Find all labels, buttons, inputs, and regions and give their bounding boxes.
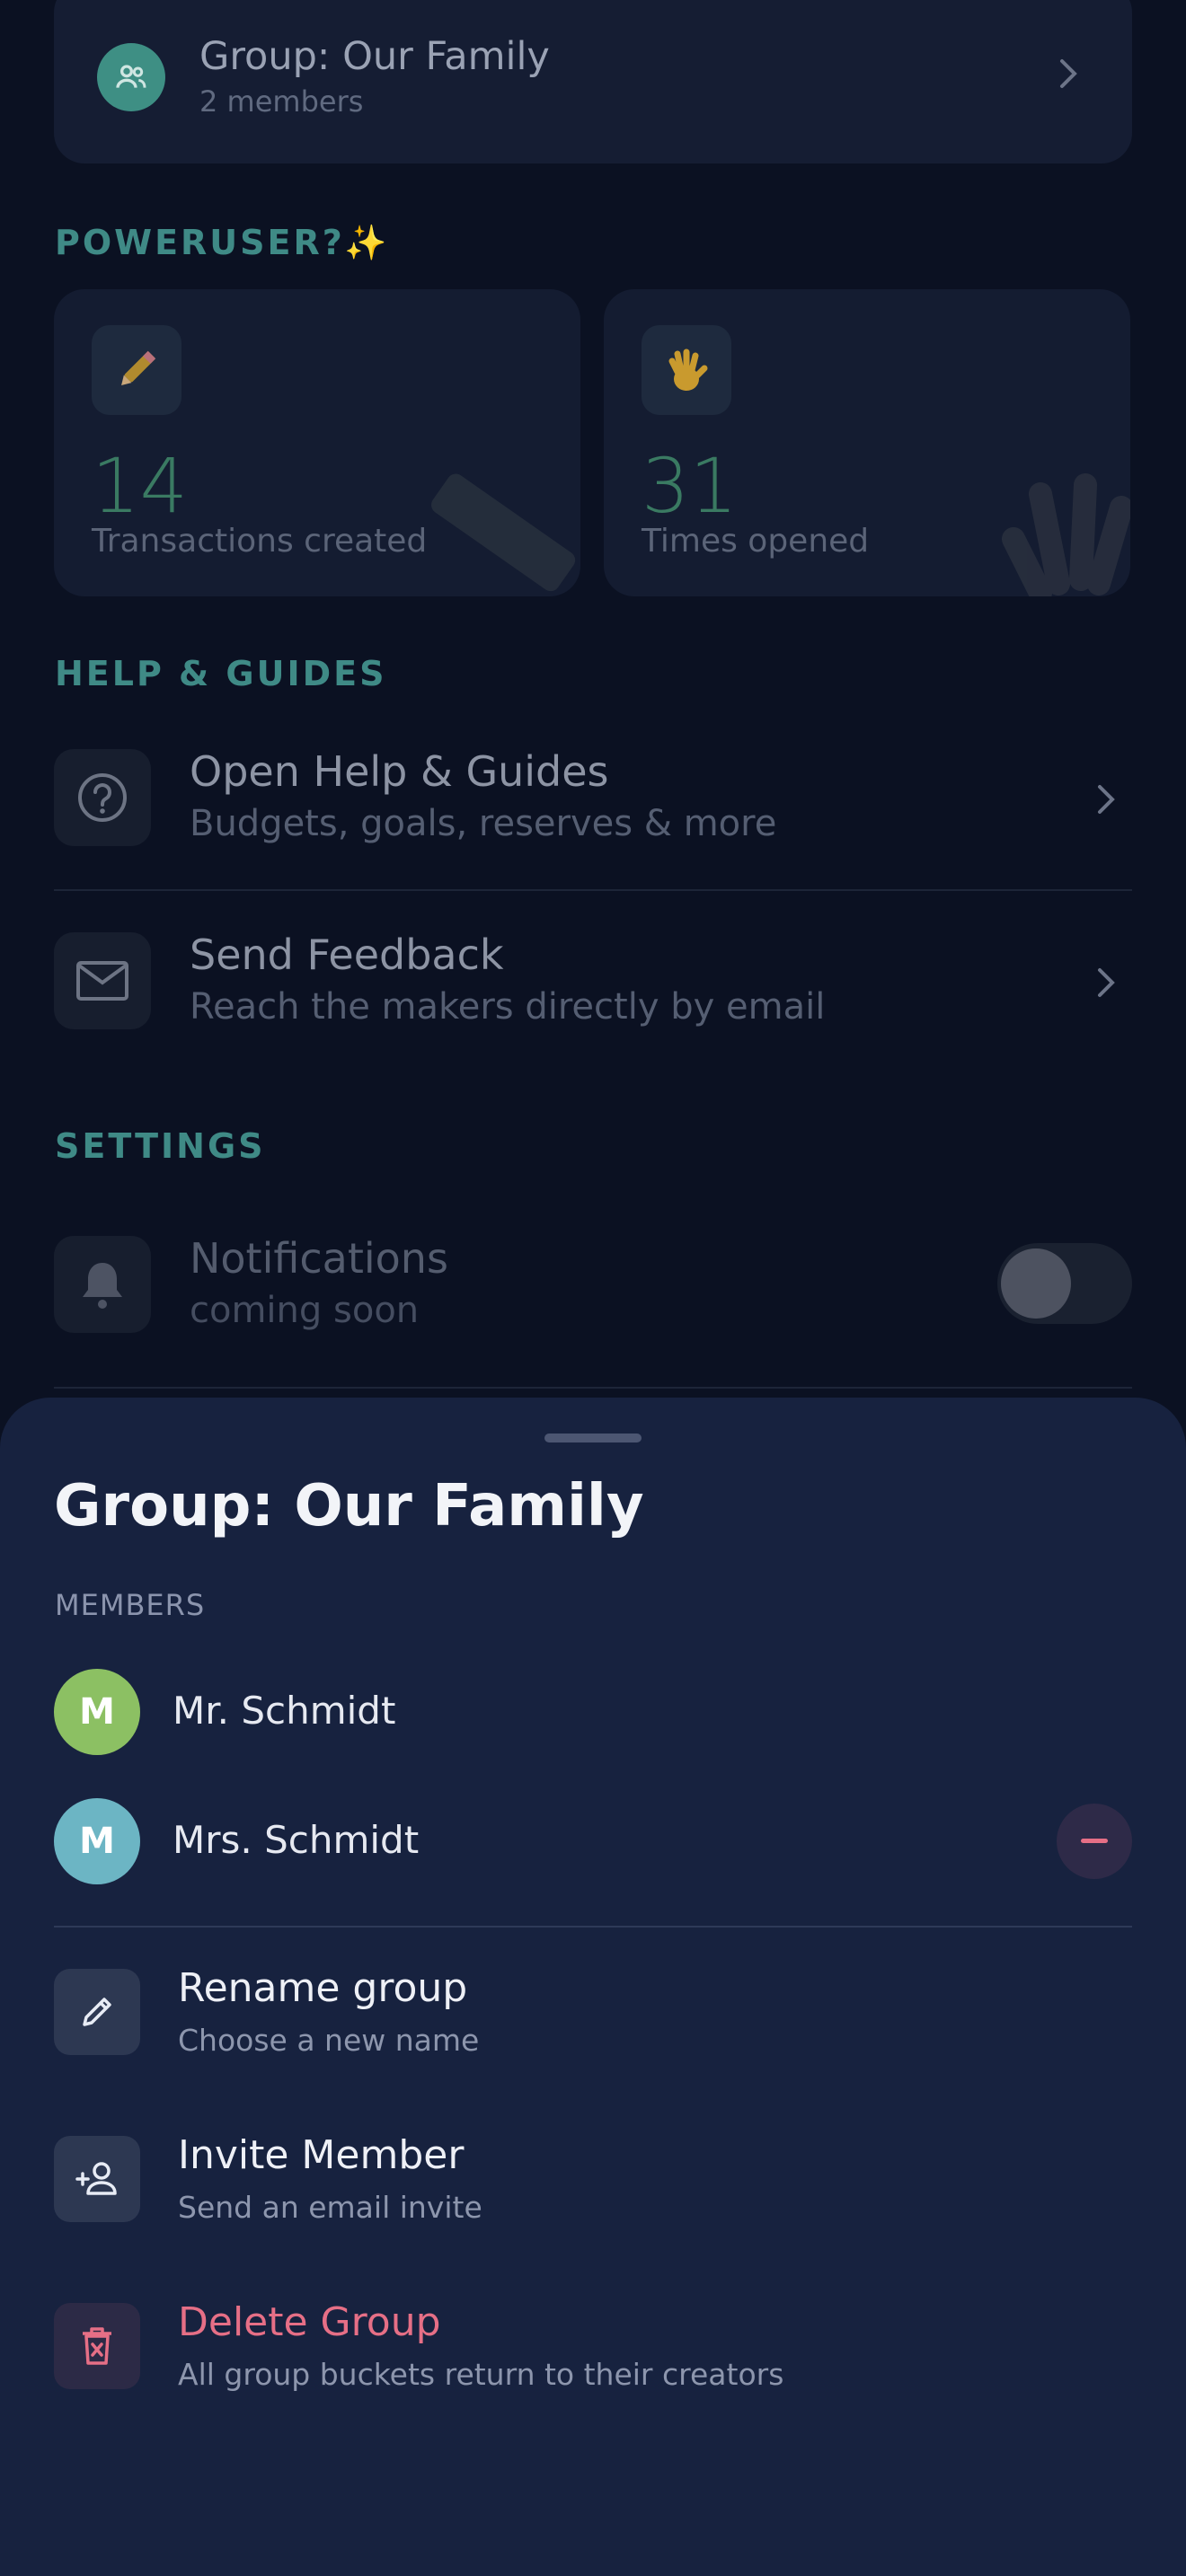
divider <box>54 1387 1132 1389</box>
row-title: Notifications <box>190 1234 448 1283</box>
pencil-watermark-icon <box>410 458 580 596</box>
pencil-emoji-icon <box>92 325 181 415</box>
settings-section-label: SETTINGS <box>55 1126 266 1166</box>
member-row: M Mr. Schmidt <box>54 1669 1132 1755</box>
hand-watermark-icon <box>987 458 1130 596</box>
stat-card-opened: 31 Times opened <box>604 289 1130 596</box>
sheet-drag-handle[interactable] <box>544 1434 642 1442</box>
action-title: Invite Member <box>178 2132 465 2178</box>
chevron-right-icon <box>1094 966 1118 1002</box>
action-subtitle: Choose a new name <box>178 2023 480 2058</box>
group-card[interactable]: Group: Our Family 2 members <box>54 0 1132 163</box>
notifications-toggle[interactable] <box>997 1243 1132 1324</box>
chevron-right-icon <box>1057 57 1080 93</box>
row-subtitle: Reach the makers directly by email <box>190 986 826 1028</box>
people-icon <box>97 43 165 111</box>
action-title: Rename group <box>178 1965 468 2011</box>
rename-group-button[interactable]: Rename group Choose a new name <box>54 1965 1132 2077</box>
chevron-right-icon <box>1094 783 1118 819</box>
group-card-title: Group: Our Family <box>199 34 550 79</box>
bell-icon <box>54 1236 151 1333</box>
member-name: Mrs. Schmidt <box>173 1818 420 1862</box>
group-card-subtitle: 2 members <box>199 84 364 119</box>
minus-icon <box>1081 1839 1108 1843</box>
action-subtitle: Send an email invite <box>178 2190 482 2225</box>
stat-value: 31 <box>642 442 738 530</box>
stat-caption: Transactions created <box>92 523 428 560</box>
member-row: M Mrs. Schmidt <box>54 1798 1132 1884</box>
members-label: MEMBERS <box>55 1588 206 1622</box>
avatar: M <box>54 1798 140 1884</box>
action-subtitle: All group buckets return to their creato… <box>178 2357 784 2392</box>
waving-hand-emoji-icon <box>642 325 731 415</box>
row-title: Open Help & Guides <box>190 747 609 796</box>
help-guides-row[interactable]: Open Help & Guides Budgets, goals, reser… <box>54 711 1132 891</box>
pencil-icon <box>54 1969 140 2055</box>
stat-card-transactions: 14 Transactions created <box>54 289 580 596</box>
invite-member-button[interactable]: Invite Member Send an email invite <box>54 2132 1132 2244</box>
mail-icon <box>54 932 151 1029</box>
notifications-row: Notifications coming soon <box>54 1198 1132 1378</box>
divider <box>54 889 1132 891</box>
send-feedback-row[interactable]: Send Feedback Reach the makers directly … <box>54 895 1132 1074</box>
remove-member-button[interactable] <box>1057 1804 1132 1879</box>
row-subtitle: Budgets, goals, reserves & more <box>190 803 777 844</box>
trash-icon <box>54 2303 140 2389</box>
help-section-label: HELP & GUIDES <box>55 654 387 693</box>
row-subtitle: coming soon <box>190 1290 420 1331</box>
poweruser-section-label: POWERUSER? <box>55 223 345 262</box>
stat-value: 14 <box>92 442 188 530</box>
sheet-title: Group: Our Family <box>54 1473 644 1539</box>
action-title: Delete Group <box>178 2299 441 2345</box>
avatar: M <box>54 1669 140 1755</box>
toggle-knob <box>1001 1248 1071 1319</box>
member-name: Mr. Schmidt <box>173 1689 396 1733</box>
help-circle-icon <box>54 749 151 846</box>
stat-caption: Times opened <box>642 523 870 560</box>
row-title: Send Feedback <box>190 931 504 979</box>
divider <box>54 1926 1132 1928</box>
person-add-icon <box>54 2136 140 2222</box>
sparkle-icon: ✨ <box>344 223 387 262</box>
group-bottom-sheet: Group: Our Family MEMBERS M Mr. Schmidt … <box>0 1398 1186 2576</box>
delete-group-button[interactable]: Delete Group All group buckets return to… <box>54 2299 1132 2411</box>
background-page: Group: Our Family 2 members POWERUSER? ✨… <box>0 0 1186 1437</box>
